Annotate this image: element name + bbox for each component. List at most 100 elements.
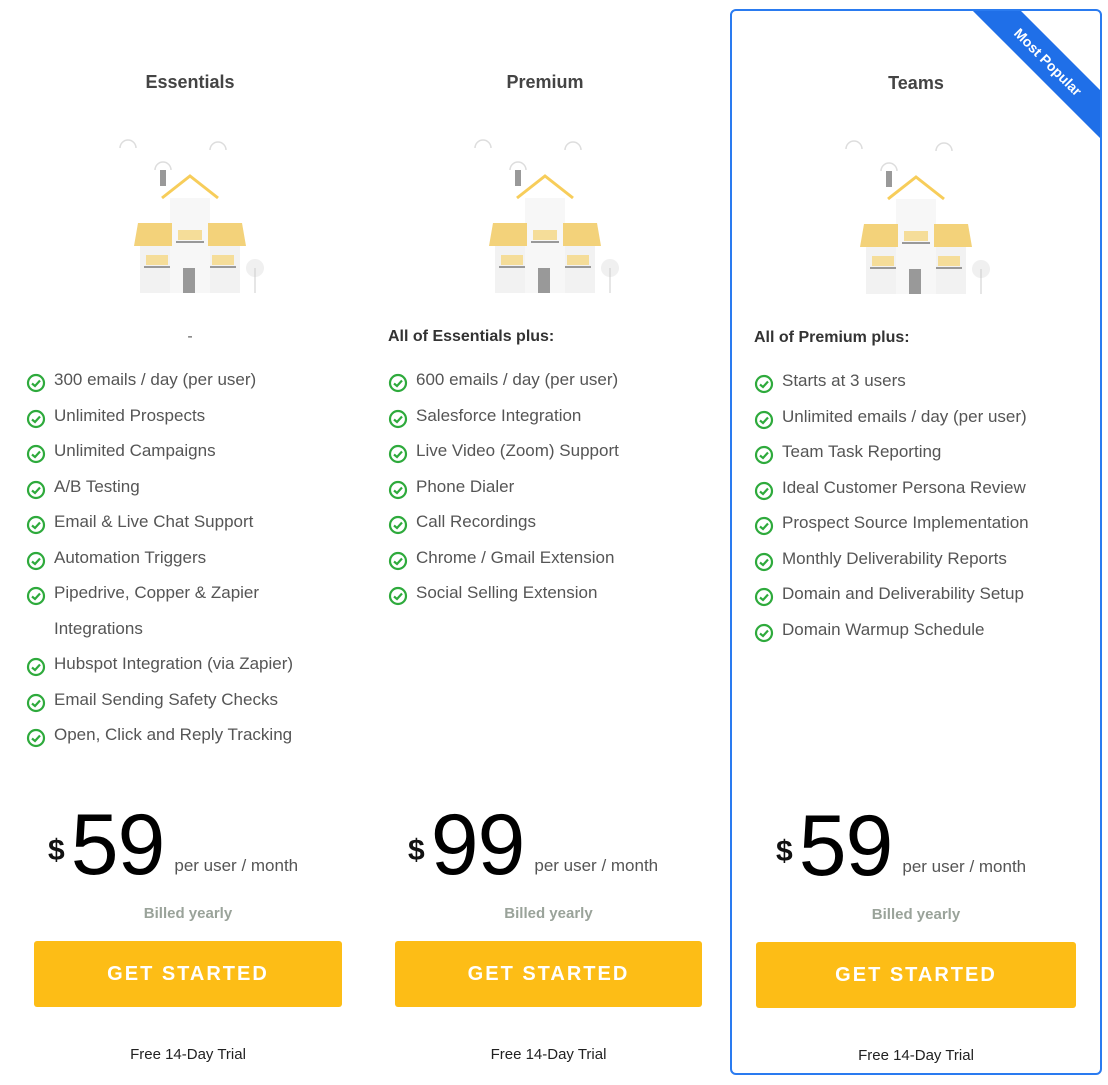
feature-item: Phone Dialer <box>388 469 702 505</box>
feature-item: Ideal Customer Persona Review <box>754 470 1092 506</box>
billing-note: Billed yearly <box>871 906 961 923</box>
feature-item: Salesforce Integration <box>388 398 702 434</box>
free-trial-note: Free 14-Day Trial <box>858 1047 974 1064</box>
currency-symbol: $ <box>408 834 425 867</box>
get-started-button[interactable]: GET STARTED <box>756 942 1076 1008</box>
feature-item: Email Sending Safety Checks <box>26 682 352 718</box>
plan-title: Essentials <box>145 72 235 92</box>
feature-label: Domain and Deliverability Setup <box>782 584 1024 603</box>
feature-label: Unlimited Prospects <box>54 405 206 425</box>
check-circle-icon <box>754 549 774 571</box>
check-circle-icon <box>26 725 46 748</box>
price-amount: 59 <box>798 798 894 894</box>
feature-item: Hubspot Integration (via Zapier) <box>26 646 352 682</box>
check-circle-icon <box>388 441 408 464</box>
feature-label: Social Selling Extension <box>416 583 598 602</box>
check-circle-icon <box>754 442 774 465</box>
check-circle-icon <box>26 690 46 712</box>
check-circle-icon <box>26 477 46 499</box>
feature-label: Phone Dialer <box>416 476 515 496</box>
feature-item: Unlimited Campaigns <box>26 433 352 469</box>
feature-label: 300 emails / day (per user) <box>54 370 257 389</box>
get-started-button[interactable]: GET STARTED <box>395 941 702 1007</box>
check-circle-icon <box>388 477 408 499</box>
feature-item: Unlimited Prospects <box>26 398 352 434</box>
check-circle-icon <box>388 583 408 606</box>
feature-label: Starts at 3 users <box>782 371 906 390</box>
feature-list: 600 emails / day (per user) Salesforce In… <box>388 362 702 611</box>
feature-item: Monthly Deliverability Reports <box>754 541 1092 577</box>
get-started-button[interactable]: GET STARTED <box>34 941 342 1007</box>
feature-item: Call Recordings <box>388 504 702 540</box>
check-circle-icon <box>26 512 46 535</box>
check-circle-icon <box>388 406 408 428</box>
plan-card-premium: Premium All of Essentials plus: 600 email… <box>380 10 710 1075</box>
feature-label: Salesforce Integration <box>416 405 582 425</box>
check-circle-icon <box>26 441 46 464</box>
feature-label: Ideal Customer Persona Review <box>782 477 1026 497</box>
free-trial-note: Free 14-Day Trial <box>490 1046 607 1063</box>
plan-title: Teams <box>888 73 944 93</box>
features-heading: All of Essentials plus: <box>388 328 555 345</box>
house-illustration <box>100 128 280 293</box>
feature-item: Starts at 3 users <box>754 363 1092 399</box>
check-circle-icon <box>754 584 774 607</box>
billing-note: Billed yearly <box>504 905 593 922</box>
check-circle-icon <box>754 620 774 642</box>
price-amount: 99 <box>430 797 526 893</box>
feature-label: Automation Triggers <box>54 547 207 567</box>
house-illustration <box>826 129 1006 294</box>
feature-item: 600 emails / day (per user) <box>388 362 702 398</box>
feature-label: Pipedrive, Copper & Zapier Integrations <box>54 583 260 638</box>
billing-note: Billed yearly <box>143 905 233 922</box>
feature-item: Domain and Deliverability Setup <box>754 576 1092 612</box>
check-circle-icon <box>388 370 408 393</box>
feature-item: Live Video (Zoom) Support <box>388 433 702 469</box>
plan-card-teams: Most Popular Teams All of Premium plus: St… <box>730 9 1102 1075</box>
free-trial-note: Free 14-Day Trial <box>130 1046 246 1063</box>
feature-label: A/B Testing <box>54 476 140 496</box>
feature-label: Domain Warmup Schedule <box>782 619 985 639</box>
feature-item: Open, Click and Reply Tracking <box>26 717 352 753</box>
price: $59 per user / month <box>776 801 1026 891</box>
feature-item: Chrome / Gmail Extension <box>388 540 702 576</box>
feature-item: Unlimited emails / day (per user) <box>754 399 1092 435</box>
check-circle-icon <box>754 371 774 394</box>
feature-item: Email & Live Chat Support <box>26 504 352 540</box>
price-period: per user / month <box>902 857 1027 876</box>
feature-item: A/B Testing <box>26 469 352 505</box>
feature-label: 600 emails / day (per user) <box>416 370 619 389</box>
check-circle-icon <box>388 512 408 535</box>
house-illustration <box>455 128 635 293</box>
feature-label: Unlimited emails / day (per user) <box>782 406 1027 426</box>
price-amount: 59 <box>70 797 166 893</box>
price: $59 per user / month <box>48 800 298 890</box>
check-circle-icon <box>388 548 408 570</box>
feature-label: Unlimited Campaigns <box>54 441 216 460</box>
check-circle-icon <box>754 478 774 500</box>
feature-label: Open, Click and Reply Tracking <box>54 725 293 744</box>
feature-item: Pipedrive, Copper & Zapier Integrations <box>26 575 352 646</box>
plan-title: Premium <box>506 72 584 92</box>
feature-list: 300 emails / day (per user) Unlimited Pro… <box>26 362 352 753</box>
feature-item: Automation Triggers <box>26 540 352 576</box>
feature-item: Social Selling Extension <box>388 575 702 611</box>
feature-label: Chrome / Gmail Extension <box>416 547 615 567</box>
feature-item: Domain Warmup Schedule <box>754 612 1092 648</box>
price: $99 per user / month <box>408 800 658 890</box>
feature-item: Team Task Reporting <box>754 434 1092 470</box>
feature-label: Email Sending Safety Checks <box>54 689 278 709</box>
features-heading: - <box>187 328 193 345</box>
feature-label: Live Video (Zoom) Support <box>416 441 619 460</box>
features-heading: All of Premium plus: <box>754 329 910 346</box>
check-circle-icon <box>754 407 774 429</box>
currency-symbol: $ <box>776 835 793 868</box>
check-circle-icon <box>754 513 774 536</box>
check-circle-icon <box>26 654 46 677</box>
check-circle-icon <box>26 370 46 393</box>
check-circle-icon <box>26 406 46 428</box>
feature-list: Starts at 3 users Unlimited emails / day … <box>754 363 1092 647</box>
feature-label: Team Task Reporting <box>782 442 942 461</box>
currency-symbol: $ <box>48 834 65 867</box>
feature-label: Email & Live Chat Support <box>54 512 254 531</box>
